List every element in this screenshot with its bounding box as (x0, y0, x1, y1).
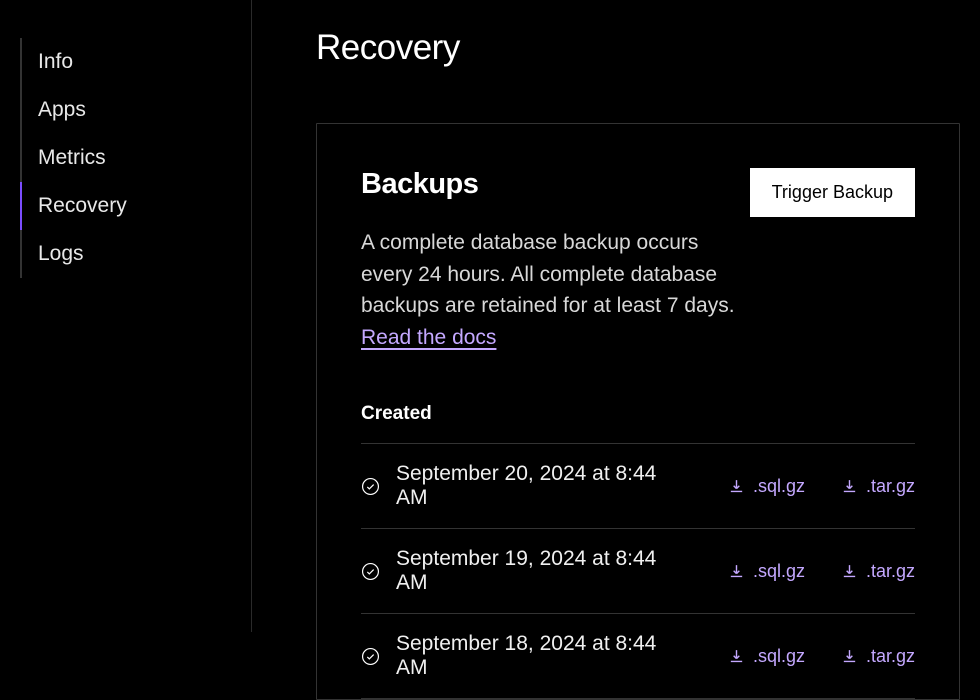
download-icon (841, 478, 858, 495)
check-icon (361, 477, 380, 496)
table-row: September 20, 2024 at 8:44 AM .sql.gz .t… (361, 444, 915, 529)
table-row: September 18, 2024 at 8:44 AM .sql.gz .t… (361, 614, 915, 699)
backups-title: Backups (361, 168, 478, 201)
backup-date: September 20, 2024 at 8:44 AM (396, 462, 692, 510)
check-icon (361, 647, 380, 666)
backup-date: September 18, 2024 at 8:44 AM (396, 632, 692, 680)
check-icon (361, 562, 380, 581)
page-title: Recovery (316, 28, 960, 68)
card-header: Backups Trigger Backup (361, 168, 915, 217)
download-ext-label: .tar.gz (866, 561, 915, 582)
sidebar-item-logs[interactable]: Logs (20, 230, 251, 278)
download-targz-link[interactable]: .tar.gz (841, 476, 915, 497)
download-ext-label: .sql.gz (753, 561, 805, 582)
table-header-created: Created (361, 403, 915, 444)
download-sqlgz-link[interactable]: .sql.gz (728, 561, 805, 582)
backups-table: Created September 20, 2024 at 8:44 AM .s… (361, 403, 915, 699)
download-targz-link[interactable]: .tar.gz (841, 561, 915, 582)
backups-description: A complete database backup occurs every … (361, 227, 741, 353)
sidebar: Info Apps Metrics Recovery Logs (0, 0, 252, 632)
download-ext-label: .sql.gz (753, 476, 805, 497)
backups-description-text: A complete database backup occurs every … (361, 231, 735, 317)
sidebar-item-info[interactable]: Info (20, 38, 251, 86)
download-icon (841, 563, 858, 580)
sidebar-item-metrics[interactable]: Metrics (20, 134, 251, 182)
download-icon (728, 648, 745, 665)
download-icon (841, 648, 858, 665)
read-docs-link[interactable]: Read the docs (361, 326, 496, 349)
trigger-backup-button[interactable]: Trigger Backup (750, 168, 915, 217)
download-sqlgz-link[interactable]: .sql.gz (728, 646, 805, 667)
table-row: September 19, 2024 at 8:44 AM .sql.gz .t… (361, 529, 915, 614)
download-icon (728, 478, 745, 495)
download-ext-label: .tar.gz (866, 646, 915, 667)
download-icon (728, 563, 745, 580)
download-sqlgz-link[interactable]: .sql.gz (728, 476, 805, 497)
backup-date: September 19, 2024 at 8:44 AM (396, 547, 692, 595)
main-content: Recovery Backups Trigger Backup A comple… (252, 0, 980, 632)
backups-card: Backups Trigger Backup A complete databa… (316, 123, 960, 700)
download-ext-label: .tar.gz (866, 476, 915, 497)
download-ext-label: .sql.gz (753, 646, 805, 667)
sidebar-item-recovery[interactable]: Recovery (20, 182, 251, 230)
sidebar-item-apps[interactable]: Apps (20, 86, 251, 134)
download-targz-link[interactable]: .tar.gz (841, 646, 915, 667)
